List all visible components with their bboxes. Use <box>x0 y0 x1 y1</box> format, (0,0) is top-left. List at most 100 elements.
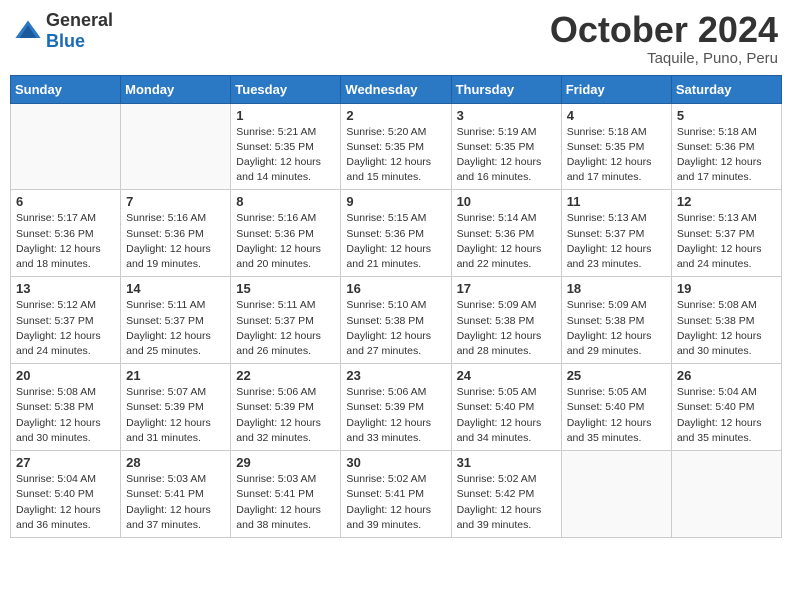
calendar-cell: 26Sunrise: 5:04 AM Sunset: 5:40 PM Dayli… <box>671 364 781 451</box>
page-header: General Blue October 2024 Taquile, Puno,… <box>10 10 782 67</box>
calendar-cell: 22Sunrise: 5:06 AM Sunset: 5:39 PM Dayli… <box>231 364 341 451</box>
week-row-1: 1 Sunrise: 5:21 AM Sunset: 5:35 PM Daylig… <box>11 103 782 190</box>
day-number: 27 <box>16 455 115 470</box>
day-info: Sunrise: 5:21 AM Sunset: 5:35 PM Dayligh… <box>236 125 335 186</box>
calendar-cell: 5Sunrise: 5:18 AM Sunset: 5:36 PM Daylig… <box>671 103 781 190</box>
calendar-cell: 31Sunrise: 5:02 AM Sunset: 5:42 PM Dayli… <box>451 451 561 538</box>
day-number: 9 <box>346 194 445 209</box>
day-info: Sunrise: 5:02 AM Sunset: 5:41 PM Dayligh… <box>346 472 445 533</box>
col-wednesday: Wednesday <box>341 75 451 103</box>
day-number: 24 <box>457 368 556 383</box>
day-info: Sunrise: 5:10 AM Sunset: 5:38 PM Dayligh… <box>346 298 445 359</box>
calendar-header-row: Sunday Monday Tuesday Wednesday Thursday… <box>11 75 782 103</box>
logo-text-general: General <box>46 10 113 30</box>
calendar-cell: 9 Sunrise: 5:15 AM Sunset: 5:36 PM Daylig… <box>341 190 451 277</box>
day-number: 23 <box>346 368 445 383</box>
calendar-cell <box>561 451 671 538</box>
day-info: Sunrise: 5:18 AM Sunset: 5:35 PM Dayligh… <box>567 125 666 186</box>
col-monday: Monday <box>121 75 231 103</box>
calendar-cell: 1 Sunrise: 5:21 AM Sunset: 5:35 PM Daylig… <box>231 103 341 190</box>
calendar-cell: 10Sunrise: 5:14 AM Sunset: 5:36 PM Dayli… <box>451 190 561 277</box>
day-info: Sunrise: 5:13 AM Sunset: 5:37 PM Dayligh… <box>567 211 666 272</box>
col-friday: Friday <box>561 75 671 103</box>
calendar-table: Sunday Monday Tuesday Wednesday Thursday… <box>10 75 782 538</box>
day-info: Sunrise: 5:11 AM Sunset: 5:37 PM Dayligh… <box>236 298 335 359</box>
col-saturday: Saturday <box>671 75 781 103</box>
day-info: Sunrise: 5:16 AM Sunset: 5:36 PM Dayligh… <box>236 211 335 272</box>
logo-icon <box>14 17 42 45</box>
day-info: Sunrise: 5:08 AM Sunset: 5:38 PM Dayligh… <box>16 385 115 446</box>
title-block: October 2024 Taquile, Puno, Peru <box>550 10 778 67</box>
day-number: 8 <box>236 194 335 209</box>
day-number: 28 <box>126 455 225 470</box>
calendar-cell: 13 Sunrise: 5:12 AM Sunset: 5:37 PM Dayli… <box>11 277 121 364</box>
week-row-5: 27 Sunrise: 5:04 AM Sunset: 5:40 PM Dayli… <box>11 451 782 538</box>
day-number: 20 <box>16 368 115 383</box>
calendar-cell: 15 Sunrise: 5:11 AM Sunset: 5:37 PM Dayli… <box>231 277 341 364</box>
day-info: Sunrise: 5:12 AM Sunset: 5:37 PM Dayligh… <box>16 298 115 359</box>
day-info: Sunrise: 5:15 AM Sunset: 5:36 PM Dayligh… <box>346 211 445 272</box>
calendar-cell: 24 Sunrise: 5:05 AM Sunset: 5:40 PM Dayli… <box>451 364 561 451</box>
day-number: 5 <box>677 108 776 123</box>
day-info: Sunrise: 5:05 AM Sunset: 5:40 PM Dayligh… <box>567 385 666 446</box>
day-info: Sunrise: 5:07 AM Sunset: 5:39 PM Dayligh… <box>126 385 225 446</box>
day-number: 16 <box>346 281 445 296</box>
day-number: 4 <box>567 108 666 123</box>
day-number: 12 <box>677 194 776 209</box>
week-row-4: 20 Sunrise: 5:08 AM Sunset: 5:38 PM Dayli… <box>11 364 782 451</box>
day-number: 11 <box>567 194 666 209</box>
day-number: 2 <box>346 108 445 123</box>
day-info: Sunrise: 5:04 AM Sunset: 5:40 PM Dayligh… <box>677 385 776 446</box>
day-number: 19 <box>677 281 776 296</box>
day-info: Sunrise: 5:11 AM Sunset: 5:37 PM Dayligh… <box>126 298 225 359</box>
day-number: 15 <box>236 281 335 296</box>
day-number: 25 <box>567 368 666 383</box>
col-sunday: Sunday <box>11 75 121 103</box>
calendar-cell: 28Sunrise: 5:03 AM Sunset: 5:41 PM Dayli… <box>121 451 231 538</box>
calendar-cell: 14 Sunrise: 5:11 AM Sunset: 5:37 PM Dayli… <box>121 277 231 364</box>
day-info: Sunrise: 5:04 AM Sunset: 5:40 PM Dayligh… <box>16 472 115 533</box>
calendar-cell: 30Sunrise: 5:02 AM Sunset: 5:41 PM Dayli… <box>341 451 451 538</box>
calendar-cell: 4 Sunrise: 5:18 AM Sunset: 5:35 PM Daylig… <box>561 103 671 190</box>
day-info: Sunrise: 5:09 AM Sunset: 5:38 PM Dayligh… <box>567 298 666 359</box>
day-number: 14 <box>126 281 225 296</box>
calendar-cell: 3Sunrise: 5:19 AM Sunset: 5:35 PM Daylig… <box>451 103 561 190</box>
day-number: 21 <box>126 368 225 383</box>
location-subtitle: Taquile, Puno, Peru <box>550 50 778 67</box>
day-number: 10 <box>457 194 556 209</box>
calendar-cell <box>671 451 781 538</box>
day-number: 18 <box>567 281 666 296</box>
day-info: Sunrise: 5:06 AM Sunset: 5:39 PM Dayligh… <box>236 385 335 446</box>
calendar-cell: 16 Sunrise: 5:10 AM Sunset: 5:38 PM Dayli… <box>341 277 451 364</box>
calendar-cell: 25 Sunrise: 5:05 AM Sunset: 5:40 PM Dayli… <box>561 364 671 451</box>
logo-text-blue: Blue <box>46 31 85 51</box>
logo: General Blue <box>14 10 113 52</box>
calendar-cell: 27 Sunrise: 5:04 AM Sunset: 5:40 PM Dayli… <box>11 451 121 538</box>
calendar-cell: 12Sunrise: 5:13 AM Sunset: 5:37 PM Dayli… <box>671 190 781 277</box>
day-info: Sunrise: 5:09 AM Sunset: 5:38 PM Dayligh… <box>457 298 556 359</box>
calendar-cell: 20 Sunrise: 5:08 AM Sunset: 5:38 PM Dayli… <box>11 364 121 451</box>
calendar-cell: 21 Sunrise: 5:07 AM Sunset: 5:39 PM Dayli… <box>121 364 231 451</box>
calendar-cell: 29Sunrise: 5:03 AM Sunset: 5:41 PM Dayli… <box>231 451 341 538</box>
day-info: Sunrise: 5:08 AM Sunset: 5:38 PM Dayligh… <box>677 298 776 359</box>
day-number: 6 <box>16 194 115 209</box>
day-info: Sunrise: 5:19 AM Sunset: 5:35 PM Dayligh… <box>457 125 556 186</box>
day-info: Sunrise: 5:06 AM Sunset: 5:39 PM Dayligh… <box>346 385 445 446</box>
day-number: 7 <box>126 194 225 209</box>
day-info: Sunrise: 5:20 AM Sunset: 5:35 PM Dayligh… <box>346 125 445 186</box>
day-number: 1 <box>236 108 335 123</box>
day-info: Sunrise: 5:16 AM Sunset: 5:36 PM Dayligh… <box>126 211 225 272</box>
calendar-cell: 6 Sunrise: 5:17 AM Sunset: 5:36 PM Daylig… <box>11 190 121 277</box>
calendar-cell: 11 Sunrise: 5:13 AM Sunset: 5:37 PM Dayli… <box>561 190 671 277</box>
day-number: 13 <box>16 281 115 296</box>
calendar-cell: 18 Sunrise: 5:09 AM Sunset: 5:38 PM Dayli… <box>561 277 671 364</box>
day-info: Sunrise: 5:17 AM Sunset: 5:36 PM Dayligh… <box>16 211 115 272</box>
col-thursday: Thursday <box>451 75 561 103</box>
day-info: Sunrise: 5:02 AM Sunset: 5:42 PM Dayligh… <box>457 472 556 533</box>
calendar-cell: 23 Sunrise: 5:06 AM Sunset: 5:39 PM Dayli… <box>341 364 451 451</box>
day-number: 17 <box>457 281 556 296</box>
day-info: Sunrise: 5:05 AM Sunset: 5:40 PM Dayligh… <box>457 385 556 446</box>
week-row-3: 13 Sunrise: 5:12 AM Sunset: 5:37 PM Dayli… <box>11 277 782 364</box>
calendar-cell: 7 Sunrise: 5:16 AM Sunset: 5:36 PM Daylig… <box>121 190 231 277</box>
calendar-cell: 2 Sunrise: 5:20 AM Sunset: 5:35 PM Daylig… <box>341 103 451 190</box>
